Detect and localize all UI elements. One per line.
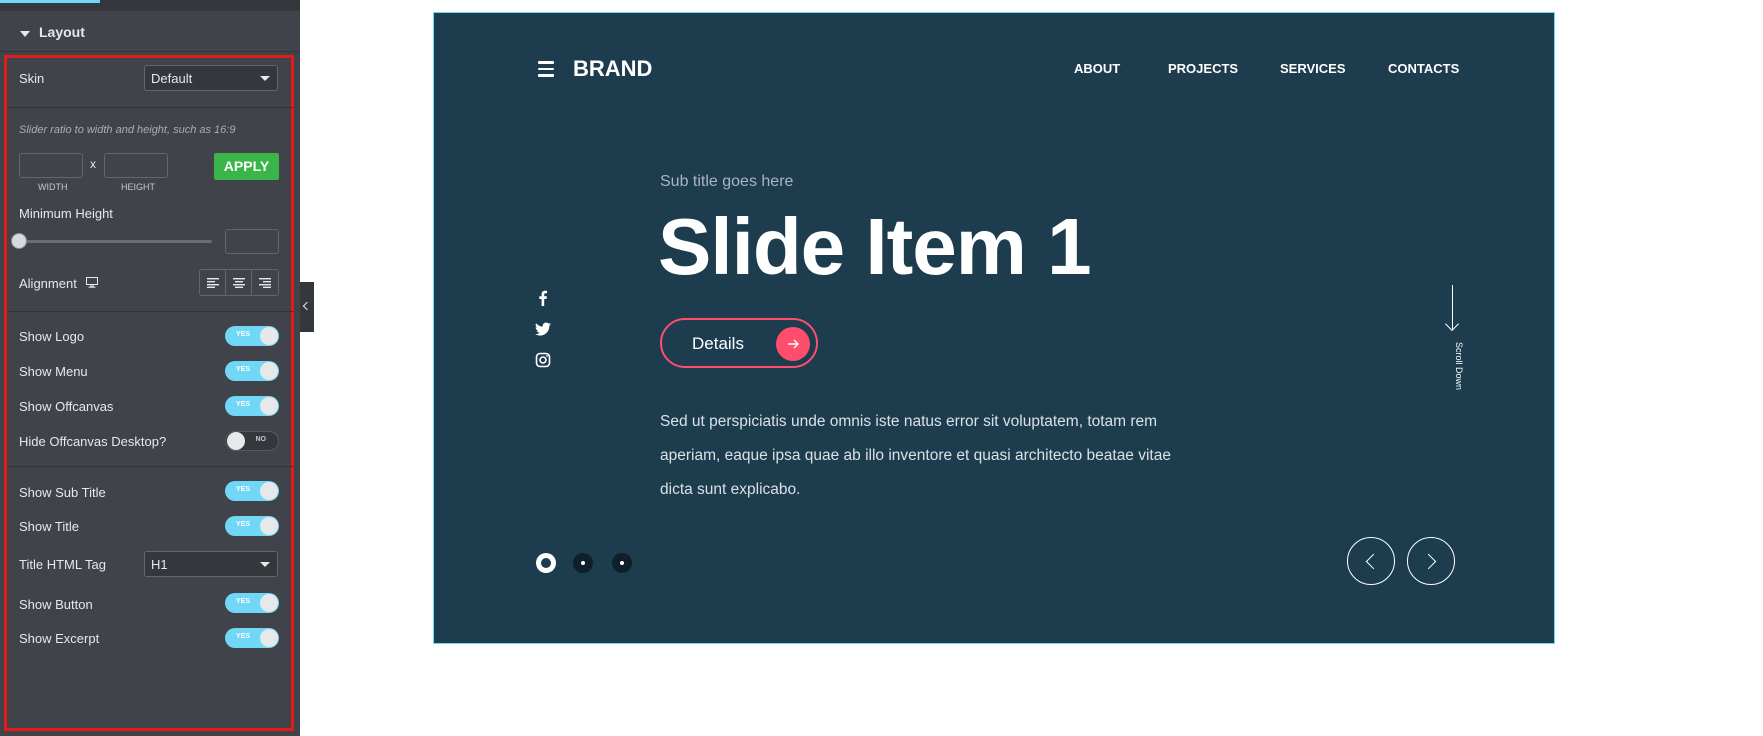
toggle-knob	[260, 362, 278, 380]
details-button-label: Details	[692, 334, 744, 353]
hamburger-menu-icon[interactable]	[538, 61, 554, 81]
instagram-icon[interactable]	[535, 352, 551, 368]
show-menu-toggle[interactable]: YES	[225, 361, 279, 381]
editor-panel: Layout Skin Default Slider ratio to widt…	[0, 0, 300, 736]
show-sub-title-toggle[interactable]: YES	[225, 481, 279, 501]
align-center-button[interactable]	[226, 270, 252, 295]
toggle-state: YES	[236, 633, 251, 640]
align-left-icon	[206, 277, 219, 288]
min-height-input[interactable]	[225, 229, 279, 254]
excerpt-line: Sed ut perspiciatis unde omnis iste natu…	[660, 413, 1158, 430]
alignment-label: Alignment	[19, 276, 77, 291]
min-height-label: Minimum Height	[19, 206, 113, 221]
pagination-dot-active[interactable]	[536, 553, 556, 573]
toggle-label: Show Excerpt	[19, 631, 100, 646]
align-center-icon	[232, 277, 245, 288]
times-symbol: x	[90, 157, 96, 171]
nav-link-contacts[interactable]: CONTACTS	[1388, 61, 1459, 76]
nav-link-about[interactable]: ABOUT	[1074, 61, 1120, 76]
toggle-knob	[260, 482, 278, 500]
next-slide-button[interactable]	[1407, 537, 1455, 585]
toggle-knob	[260, 594, 278, 612]
skin-label: Skin	[19, 71, 45, 86]
facebook-icon[interactable]	[535, 290, 551, 306]
toggle-state: YES	[236, 401, 251, 408]
desktop-icon[interactable]	[86, 277, 98, 288]
slide-title: Slide Item 1	[658, 202, 1092, 291]
skin-select[interactable]: Default	[144, 65, 278, 91]
toggle-label: Show Button	[19, 597, 93, 612]
show-offcanvas-toggle[interactable]: YES	[225, 396, 279, 416]
collapse-panel-button[interactable]	[300, 282, 314, 332]
toggle-label: Show Title	[19, 519, 79, 534]
toggle-knob	[260, 629, 278, 647]
excerpt-line: aperiam, eaque ipsa quae ab illo invento…	[660, 447, 1171, 464]
nav-link-services[interactable]: SERVICES	[1280, 61, 1346, 76]
active-tab-indicator	[0, 0, 100, 3]
height-caption: HEIGHT	[121, 182, 156, 192]
hide-offcanvas-desktop-toggle[interactable]: NO	[225, 431, 279, 451]
pagination-dot[interactable]	[612, 553, 632, 573]
toggle-state: YES	[236, 366, 251, 373]
chevron-left-icon	[302, 301, 312, 311]
align-right-button[interactable]	[252, 270, 278, 295]
chevron-right-icon	[1420, 553, 1437, 570]
show-excerpt-toggle[interactable]: YES	[225, 628, 279, 648]
toggle-label: Hide Offcanvas Desktop?	[19, 434, 167, 449]
excerpt-line: dicta sunt explicabo.	[660, 481, 801, 498]
toggle-state: YES	[236, 598, 251, 605]
show-title-toggle[interactable]: YES	[225, 516, 279, 536]
layout-section-header[interactable]: Layout	[0, 11, 300, 52]
slide-subtitle: Sub title goes here	[660, 173, 794, 190]
apply-button[interactable]: APPLY	[214, 153, 279, 180]
toggle-state: YES	[236, 331, 251, 338]
details-button[interactable]: Details	[660, 318, 818, 368]
show-button-toggle[interactable]: YES	[225, 593, 279, 613]
title-tag-label: Title HTML Tag	[19, 557, 106, 572]
align-right-icon	[259, 277, 271, 288]
toggle-knob	[227, 432, 245, 450]
height-input[interactable]	[104, 153, 168, 178]
toggle-state: YES	[236, 486, 251, 493]
toggle-knob	[260, 327, 278, 345]
toggle-label: Show Logo	[19, 329, 85, 344]
divider	[7, 466, 293, 467]
width-caption: WIDTH	[38, 182, 68, 192]
chevron-left-icon	[1365, 553, 1382, 570]
title-tag-select[interactable]: H1	[144, 551, 278, 577]
slider-preview: BRAND ABOUT PROJECTS SERVICES CONTACTS S…	[433, 12, 1555, 644]
min-height-slider-track[interactable]	[19, 240, 212, 243]
min-height-slider-handle[interactable]	[11, 233, 27, 249]
twitter-icon[interactable]	[535, 321, 551, 337]
dropdown-arrow-icon	[260, 76, 270, 81]
ratio-hint: Slider ratio to width and height, such a…	[19, 124, 236, 136]
prev-slide-button[interactable]	[1347, 537, 1395, 585]
slide-excerpt: Sed ut perspiciatis unde omnis iste natu…	[660, 405, 1200, 507]
brand-logo[interactable]: BRAND	[573, 56, 652, 82]
dropdown-arrow-icon	[260, 562, 270, 567]
alignment-button-group	[199, 269, 279, 296]
nav-link-projects[interactable]: PROJECTS	[1168, 61, 1238, 76]
width-input[interactable]	[19, 153, 83, 178]
panel-tab-strip	[0, 0, 300, 11]
pagination-dot[interactable]	[573, 553, 593, 573]
scroll-down-label[interactable]: Scroll Down	[1454, 342, 1464, 390]
section-title: Layout	[39, 24, 85, 40]
arrow-down-icon	[1444, 316, 1460, 332]
title-tag-value: H1	[151, 557, 168, 572]
toggle-label: Show Sub Title	[19, 485, 106, 500]
toggle-state: NO	[255, 436, 267, 443]
divider	[7, 107, 293, 108]
toggle-label: Show Menu	[19, 364, 88, 379]
toggle-knob	[260, 517, 278, 535]
skin-value: Default	[151, 71, 193, 86]
toggle-state: YES	[236, 521, 251, 528]
divider	[7, 311, 293, 312]
caret-down-icon	[20, 31, 30, 37]
show-logo-toggle[interactable]: YES	[225, 326, 279, 346]
toggle-knob	[260, 397, 278, 415]
arrow-right-icon	[776, 327, 810, 361]
align-left-button[interactable]	[200, 270, 226, 295]
toggle-label: Show Offcanvas	[19, 399, 114, 414]
